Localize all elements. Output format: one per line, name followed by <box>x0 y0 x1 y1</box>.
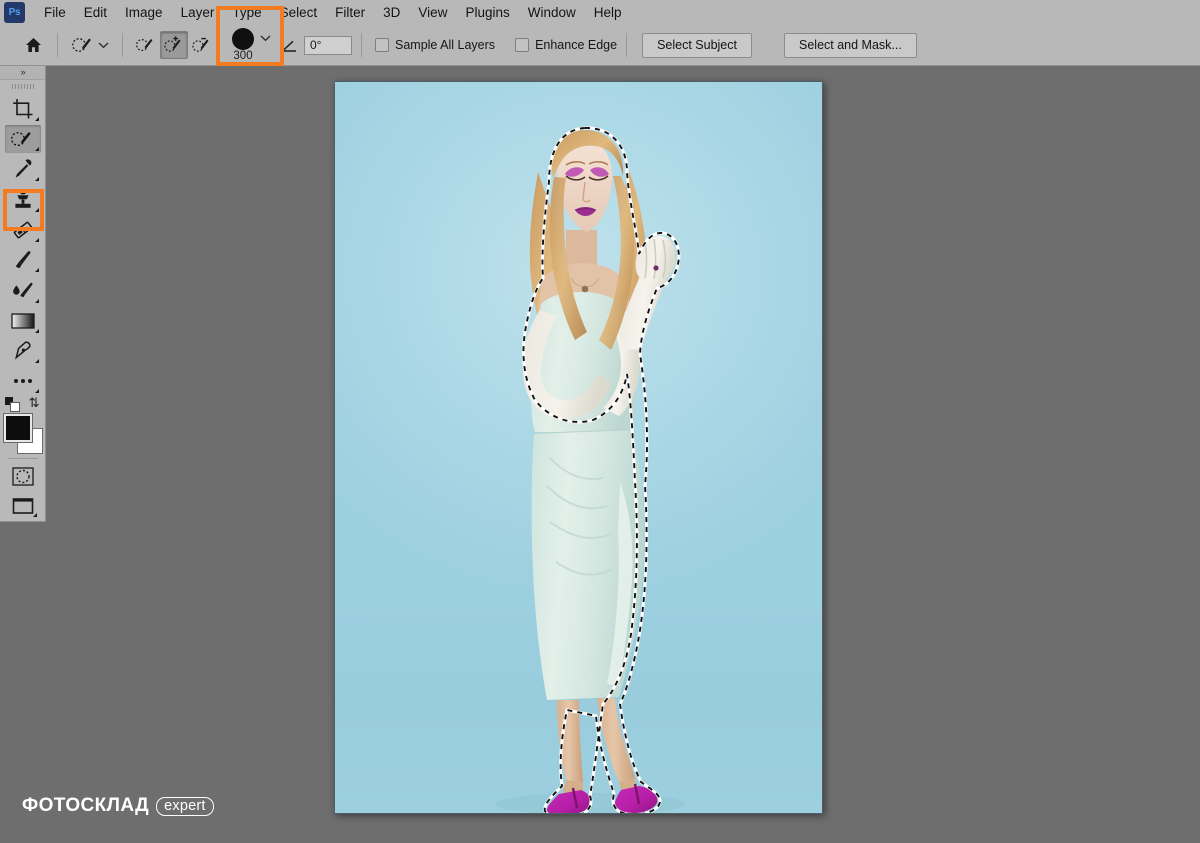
brush-icon <box>15 251 30 269</box>
brush-angle-group: 0° <box>281 35 352 55</box>
angle-icon <box>282 40 296 52</box>
flyout-indicator-icon <box>34 207 39 212</box>
sample-all-layers-checkbox[interactable] <box>375 38 389 52</box>
menu-item-help[interactable]: Help <box>585 3 631 22</box>
tools-panel: » ⇅ <box>0 66 46 522</box>
tool-preset-picker[interactable] <box>67 32 113 58</box>
flyout-indicator-icon <box>34 116 39 121</box>
select-subject-button[interactable]: Select Subject <box>642 32 752 58</box>
blur-tool-button[interactable] <box>5 276 41 304</box>
menu-item-plugins[interactable]: Plugins <box>456 3 518 22</box>
flyout-indicator-icon <box>34 389 39 394</box>
brush-size-picker-wrapper: 300 <box>216 6 284 66</box>
options-bar: 300 0° Sample All Layers Enhance Edge Se… <box>0 6 1200 66</box>
menu-item-filter[interactable]: Filter <box>326 3 374 22</box>
menu-item-file[interactable]: File <box>35 3 75 22</box>
pen-icon <box>14 341 31 360</box>
photo-subject <box>495 126 685 813</box>
menu-item-type[interactable]: Type <box>223 3 270 22</box>
menu-item-window[interactable]: Window <box>519 3 585 22</box>
quick-selection-subtract-icon <box>192 37 209 52</box>
quick-mask-icon <box>11 467 34 486</box>
brush-chevron-down-icon <box>260 35 271 42</box>
toolbar-collapse-button[interactable]: » <box>0 66 45 80</box>
screen-mode-button[interactable] <box>7 494 39 519</box>
watermark-brand: ФОТОСКЛАД <box>22 795 150 816</box>
options-separator-1 <box>57 33 58 57</box>
screen-mode-icon <box>12 497 33 514</box>
quick-selection-icon <box>72 38 91 52</box>
menu-item-view[interactable]: View <box>409 3 456 22</box>
eraser-tool-button[interactable] <box>5 216 41 244</box>
eraser-icon <box>13 221 32 239</box>
blur-brush-icon <box>12 283 33 298</box>
flyout-indicator-icon <box>34 268 39 273</box>
brush-preview: 300 <box>228 28 258 62</box>
home-icon <box>25 38 41 52</box>
quick-selection-icon <box>10 131 31 146</box>
more-tools-button[interactable] <box>5 367 41 395</box>
flyout-indicator-icon <box>34 237 39 242</box>
menu-item-3d[interactable]: 3D <box>374 3 409 22</box>
eyedropper-tool-button[interactable] <box>5 155 41 183</box>
enhance-edge-checkbox-group[interactable]: Enhance Edge <box>515 38 617 52</box>
watermark-badge: expert <box>156 796 214 816</box>
options-separator-2 <box>122 33 123 57</box>
home-button[interactable] <box>18 32 48 58</box>
menu-item-select[interactable]: Select <box>271 3 327 22</box>
enhance-edge-label: Enhance Edge <box>535 38 618 52</box>
pen-tool-button[interactable] <box>5 337 41 365</box>
brush-tip-icon <box>232 28 254 50</box>
toolbar-drag-handle[interactable] <box>0 80 45 94</box>
foreground-color-swatch[interactable] <box>3 414 32 443</box>
add-to-selection-button[interactable] <box>160 31 188 59</box>
menu-item-layer[interactable]: Layer <box>172 3 224 22</box>
brush-tool-button[interactable] <box>5 246 41 274</box>
chevron-down-icon <box>98 42 109 49</box>
color-controls-row: ⇅ <box>3 396 43 413</box>
flyout-indicator-icon <box>34 359 39 364</box>
clone-stamp-tool-button[interactable] <box>5 185 41 213</box>
default-colors-icon[interactable] <box>4 397 20 413</box>
subtract-from-selection-button[interactable] <box>188 31 216 59</box>
options-separator-4 <box>626 33 628 57</box>
eyedropper-icon <box>15 159 31 178</box>
brush-size-picker[interactable]: 300 <box>228 28 271 62</box>
gradient-tool-button[interactable] <box>5 307 41 335</box>
selection-mode-group <box>132 31 216 59</box>
swap-colors-icon[interactable]: ⇅ <box>29 396 40 409</box>
sample-all-layers-label: Sample All Layers <box>395 38 496 52</box>
flyout-indicator-icon <box>32 512 37 517</box>
watermark: ФОТОСКЛАД expert <box>22 795 214 817</box>
flyout-indicator-icon <box>34 328 39 333</box>
toolbar-divider <box>7 458 38 460</box>
quick-selection-new-icon <box>135 38 153 52</box>
menu-item-image[interactable]: Image <box>116 3 172 22</box>
flyout-indicator-icon <box>34 177 39 182</box>
menu-bar: Ps File Edit Image Layer Type Select Fil… <box>0 0 1200 26</box>
gradient-icon <box>10 313 35 329</box>
new-selection-button[interactable] <box>132 31 160 59</box>
sample-all-layers-checkbox-group[interactable]: Sample All Layers <box>375 38 495 52</box>
photoshop-window: Ps File Edit Image Layer Type Select Fil… <box>0 0 1200 843</box>
document-canvas[interactable] <box>334 81 823 814</box>
enhance-edge-checkbox[interactable] <box>515 38 530 52</box>
menu-item-edit[interactable]: Edit <box>75 3 116 22</box>
flyout-indicator-icon <box>34 146 39 151</box>
options-separator-3 <box>361 33 362 57</box>
flyout-indicator-icon <box>34 298 39 303</box>
crop-tool-button[interactable] <box>5 94 41 122</box>
brush-size-value: 300 <box>233 50 253 62</box>
select-and-mask-button[interactable]: Select and Mask... <box>784 32 917 58</box>
clone-stamp-icon <box>14 190 31 209</box>
color-swatches <box>3 414 43 455</box>
crop-icon <box>12 98 32 119</box>
photoshop-logo-icon: Ps <box>4 2 25 23</box>
brush-angle-input[interactable]: 0° <box>304 35 352 55</box>
quick-mask-button[interactable] <box>7 464 39 489</box>
quick-selection-tool-button[interactable] <box>4 124 41 153</box>
quick-selection-add-icon <box>164 36 181 52</box>
